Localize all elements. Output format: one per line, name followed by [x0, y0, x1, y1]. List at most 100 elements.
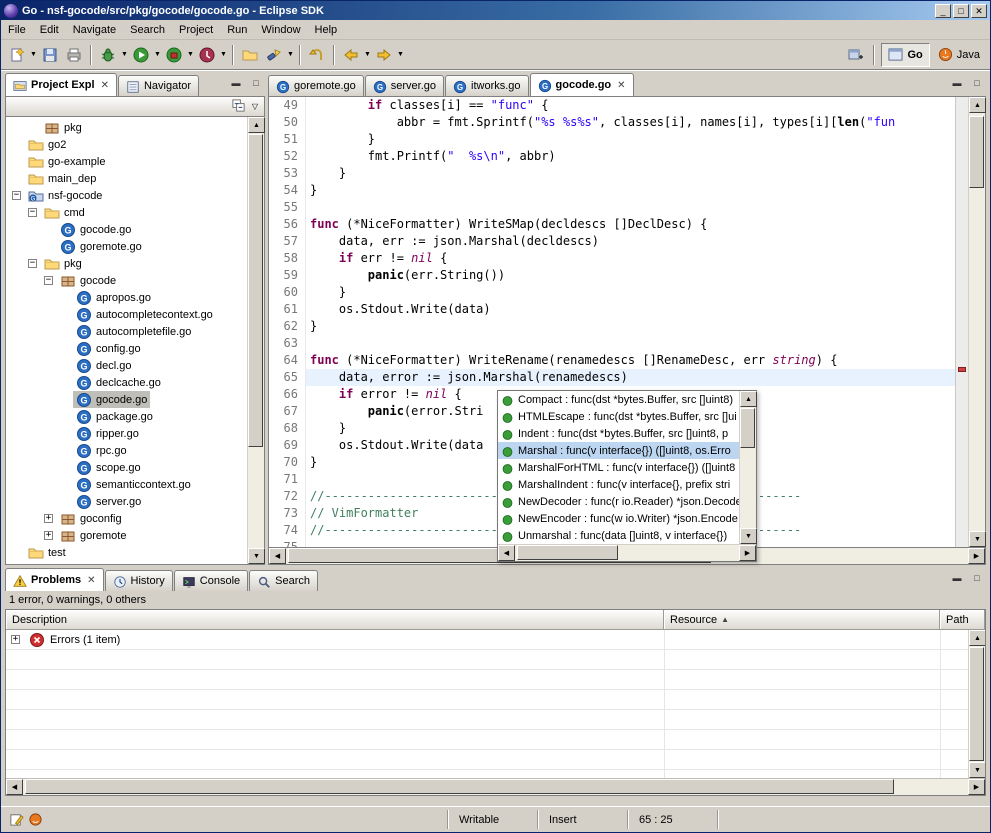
completion-item[interactable]: NewEncoder : func(w io.Writer) *json.Enc… — [498, 510, 739, 527]
scroll-down-icon[interactable]: ▼ — [740, 528, 757, 544]
popup-vertical-scrollbar[interactable]: ▲ ▼ — [739, 391, 756, 544]
scroll-up-icon[interactable]: ▲ — [248, 117, 265, 133]
tree-item-config-go[interactable]: Gconfig.go — [6, 340, 247, 357]
column-header-resource[interactable]: Resource▲ — [664, 610, 940, 630]
editor-vertical-scrollbar[interactable]: ▲ ▼ — [968, 97, 985, 547]
print-button[interactable] — [62, 44, 86, 66]
scroll-down-icon[interactable]: ▼ — [248, 548, 265, 564]
scroll-up-icon[interactable]: ▲ — [740, 391, 757, 407]
tree-item-semanticcontext-go[interactable]: Gsemanticcontext.go — [6, 476, 247, 493]
tree-item-cmd[interactable]: −cmd — [6, 204, 247, 221]
open-resource-button[interactable] — [238, 44, 262, 66]
tree-item-autocompletecontext-go[interactable]: Gautocompletecontext.go — [6, 306, 247, 323]
code-line-54[interactable]: 54} — [269, 182, 955, 199]
error-marker-icon[interactable] — [958, 367, 966, 372]
editor-scrollbar-thumb[interactable] — [969, 116, 984, 188]
tree-item-pkg[interactable]: pkg — [6, 119, 247, 136]
tab-history[interactable]: History — [105, 570, 173, 591]
menu-project[interactable]: Project — [172, 21, 220, 39]
menu-help[interactable]: Help — [308, 21, 345, 39]
open-perspective-button[interactable] — [843, 44, 867, 66]
completion-item[interactable]: Unmarshal : func(data []uint8, v interfa… — [498, 527, 739, 544]
problems-horizontal-scrollbar[interactable]: ◀ ▶ — [6, 778, 985, 795]
maximize-view-icon[interactable]: □ — [968, 572, 986, 587]
problems-vertical-scrollbar[interactable]: ▲ ▼ — [968, 630, 985, 778]
tree-scrollbar-thumb[interactable] — [248, 134, 263, 447]
external-tools-dropdown-icon[interactable]: ▼ — [186, 44, 195, 66]
maximize-view-icon[interactable]: □ — [247, 77, 265, 92]
code-line-65[interactable]: 65 data, error := json.Marshal(renamedes… — [269, 369, 955, 386]
save-button[interactable] — [38, 44, 62, 66]
tab-search[interactable]: Search — [249, 570, 318, 591]
code-line-52[interactable]: 52 fmt.Printf(" %s\n", abbr) — [269, 148, 955, 165]
tree-item-pkg[interactable]: −pkg — [6, 255, 247, 272]
expand-icon[interactable]: + — [11, 635, 20, 644]
pencil-icon[interactable] — [9, 812, 24, 827]
code-line-64[interactable]: 64func (*NiceFormatter) WriteRename(rena… — [269, 352, 955, 369]
minimize-view-icon[interactable]: ▬ — [948, 572, 966, 587]
java-status-icon[interactable] — [28, 812, 43, 827]
tree-item-test[interactable]: test — [6, 544, 247, 561]
new-wizard-button[interactable] — [5, 44, 29, 66]
restore-window-button[interactable]: □ — [953, 4, 969, 18]
code-line-56[interactable]: 56func (*NiceFormatter) WriteSMap(declde… — [269, 216, 955, 233]
completion-item[interactable]: HTMLEscape : func(dst *bytes.Buffer, src… — [498, 408, 739, 425]
column-header-path[interactable]: Path — [940, 610, 985, 630]
back-dropdown-icon[interactable]: ▼ — [363, 44, 372, 66]
tab-project-expl[interactable]: Project Expl✕ — [5, 73, 117, 96]
collapse-icon[interactable]: − — [12, 191, 21, 200]
tree-item-server-go[interactable]: Gserver.go — [6, 493, 247, 510]
menu-window[interactable]: Window — [254, 21, 307, 39]
new-wizard-dropdown-icon[interactable]: ▼ — [29, 44, 38, 66]
popup-horizontal-scrollbar[interactable]: ◀ ▶ — [498, 544, 756, 561]
completion-item[interactable]: NewDecoder : func(r io.Reader) *json.Dec… — [498, 493, 739, 510]
editor-tab-server-go[interactable]: Gserver.go — [365, 75, 444, 96]
close-tab-icon[interactable]: ✕ — [87, 575, 95, 586]
forward-button[interactable] — [372, 44, 396, 66]
forward-dropdown-icon[interactable]: ▼ — [396, 44, 405, 66]
tree-item-go-example[interactable]: go-example — [6, 153, 247, 170]
view-menu-icon[interactable]: ▽ — [252, 102, 258, 111]
tree-item-nsf-gocode[interactable]: −Gnsf-gocode — [6, 187, 247, 204]
minimize-view-icon[interactable]: ▬ — [227, 77, 245, 92]
close-tab-icon[interactable]: ✕ — [617, 80, 625, 91]
search-toolbar-button[interactable] — [262, 44, 286, 66]
tree-item-goremote[interactable]: +goremote — [6, 527, 247, 544]
problems-hscrollbar-thumb[interactable] — [25, 779, 894, 794]
tree-item-package-go[interactable]: Gpackage.go — [6, 408, 247, 425]
code-line-55[interactable]: 55 — [269, 199, 955, 216]
back-button[interactable] — [339, 44, 363, 66]
tree-item-gocode-go[interactable]: Ggocode.go — [6, 391, 247, 408]
completion-item[interactable]: Marshal : func(v interface{}) ([]uint8, … — [498, 442, 739, 459]
debug-button[interactable] — [96, 44, 120, 66]
code-line-61[interactable]: 61 os.Stdout.Write(data) — [269, 301, 955, 318]
collapse-icon[interactable]: − — [28, 259, 37, 268]
code-line-59[interactable]: 59 panic(err.String()) — [269, 267, 955, 284]
code-line-50[interactable]: 50 abbr = fmt.Sprintf("%s %s%s", classes… — [269, 114, 955, 131]
code-line-58[interactable]: 58 if err != nil { — [269, 250, 955, 267]
run-button[interactable] — [129, 44, 153, 66]
tree-item-main-dep[interactable]: main_dep — [6, 170, 247, 187]
perspective-go-button[interactable]: Go — [881, 43, 929, 67]
profile-dropdown-icon[interactable]: ▼ — [219, 44, 228, 66]
editor-tab-itworks-go[interactable]: Gitworks.go — [445, 75, 529, 96]
editor-tab-gocode-go[interactable]: Ggocode.go✕ — [530, 73, 634, 96]
popup-hscrollbar-thumb[interactable] — [517, 545, 618, 560]
close-window-button[interactable]: ✕ — [971, 4, 987, 18]
scroll-right-icon[interactable]: ▶ — [968, 548, 985, 564]
tree-item-ripper-go[interactable]: Gripper.go — [6, 425, 247, 442]
tree-item-declcache-go[interactable]: Gdeclcache.go — [6, 374, 247, 391]
scroll-left-icon[interactable]: ◀ — [498, 545, 515, 561]
tree-item-rpc-go[interactable]: Grpc.go — [6, 442, 247, 459]
scroll-left-icon[interactable]: ◀ — [6, 779, 23, 795]
code-line-62[interactable]: 62} — [269, 318, 955, 335]
completion-item[interactable]: MarshalForHTML : func(v interface{}) ([]… — [498, 459, 739, 476]
tab-console[interactable]: Console — [174, 570, 248, 591]
code-line-51[interactable]: 51 } — [269, 131, 955, 148]
scroll-down-icon[interactable]: ▼ — [969, 531, 986, 547]
expand-icon[interactable]: + — [44, 531, 53, 540]
code-line-63[interactable]: 63 — [269, 335, 955, 352]
editor-tab-goremote-go[interactable]: Ggoremote.go — [268, 75, 364, 96]
debug-dropdown-icon[interactable]: ▼ — [120, 44, 129, 66]
scroll-left-icon[interactable]: ◀ — [269, 548, 286, 564]
